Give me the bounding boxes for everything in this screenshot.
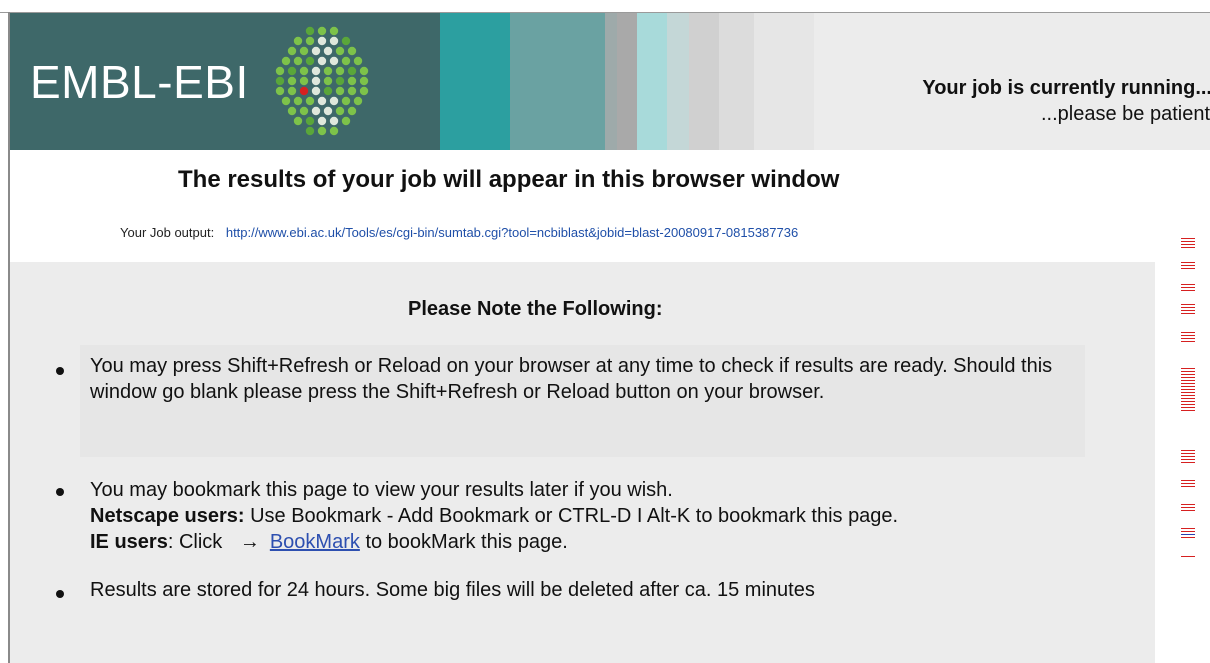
note-item-reload: You may press Shift+Refresh or Reload on… xyxy=(80,345,1085,457)
right-arrow-icon: → xyxy=(239,531,260,553)
netscape-instructions: Netscape users: Use Bookmark - Add Bookm… xyxy=(90,503,1075,529)
page-header: EMBL-EBI Your job is currently running..… xyxy=(10,13,1210,150)
job-output-label: Your Job output: xyxy=(120,225,215,240)
job-output-link[interactable]: http://www.ebi.ac.uk/Tools/es/cgi-bin/su… xyxy=(226,225,798,240)
netscape-label: Netscape users: xyxy=(90,505,245,527)
bookmark-link[interactable]: BookMark xyxy=(270,531,360,553)
ie-after-text: to bookMark this page. xyxy=(365,531,568,553)
window-top-edge xyxy=(0,0,1210,13)
bullet-icon xyxy=(56,590,64,598)
note-item-storage: Results are stored for 24 hours. Some bi… xyxy=(90,579,815,601)
ie-label: IE users xyxy=(90,531,168,553)
embl-ebi-hexagon-icon xyxy=(275,26,369,136)
bullet-icon xyxy=(56,367,64,375)
ie-instructions: IE users: Click → BookMark to bookMark th… xyxy=(90,529,1075,555)
embl-ebi-logo-text: EMBL-EBI xyxy=(30,56,249,108)
notes-heading: Please Note the Following: xyxy=(408,298,663,320)
header-color-stripes xyxy=(440,13,840,150)
bookmark-intro: You may bookmark this page to view your … xyxy=(90,479,673,501)
ie-click-text: : Click xyxy=(167,531,223,553)
note-item-bookmark: You may bookmark this page to view your … xyxy=(80,477,1085,565)
bullet-icon xyxy=(56,488,64,496)
please-be-patient-text: ...please be patient xyxy=(1040,103,1210,125)
job-output-line: Your Job output: http://www.ebi.ac.uk/To… xyxy=(120,225,798,240)
embl-ebi-logo-panel: EMBL-EBI xyxy=(10,13,440,150)
netscape-text: Use Bookmark - Add Bookmark or CTRL-D I … xyxy=(250,505,899,527)
job-running-status: Your job is currently running... xyxy=(922,77,1210,99)
side-marker-strip xyxy=(1181,238,1195,578)
results-title: The results of your job will appear in t… xyxy=(178,166,840,193)
